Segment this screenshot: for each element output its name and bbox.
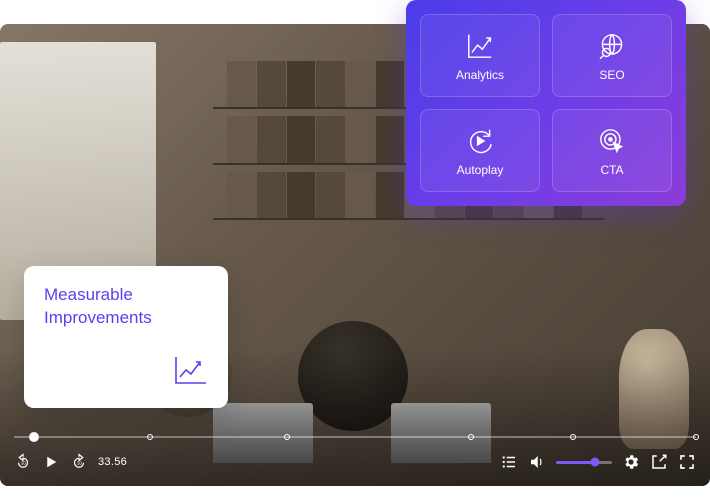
chapters-button[interactable] bbox=[500, 453, 518, 471]
volume-button[interactable] bbox=[528, 453, 546, 471]
settings-button[interactable] bbox=[622, 453, 640, 471]
svg-text:10: 10 bbox=[77, 460, 83, 465]
feature-seo[interactable]: SEO bbox=[552, 14, 672, 97]
play-button[interactable] bbox=[42, 453, 60, 471]
volume-slider[interactable] bbox=[556, 461, 612, 464]
feature-cta[interactable]: CTA bbox=[552, 109, 672, 192]
growth-chart-icon bbox=[174, 355, 208, 390]
player-controls: 10 10 33.56 bbox=[0, 438, 710, 486]
rewind-10-button[interactable]: 10 bbox=[14, 453, 32, 471]
analytics-icon bbox=[464, 30, 496, 62]
info-card-title: Measurable Improvements bbox=[44, 284, 208, 330]
share-button[interactable] bbox=[650, 453, 668, 471]
feature-grid: Analytics SEO Autoplay CTA bbox=[406, 0, 686, 206]
feature-label: CTA bbox=[600, 163, 623, 177]
measurable-improvements-card[interactable]: Measurable Improvements bbox=[24, 266, 228, 408]
feature-label: SEO bbox=[599, 68, 624, 82]
fullscreen-button[interactable] bbox=[678, 453, 696, 471]
feature-label: Analytics bbox=[456, 68, 504, 82]
svg-text:10: 10 bbox=[21, 460, 27, 465]
seo-icon bbox=[596, 30, 628, 62]
feature-analytics[interactable]: Analytics bbox=[420, 14, 540, 97]
cta-icon bbox=[596, 125, 628, 157]
feature-label: Autoplay bbox=[457, 163, 504, 177]
forward-10-button[interactable]: 10 bbox=[70, 453, 88, 471]
feature-autoplay[interactable]: Autoplay bbox=[420, 109, 540, 192]
time-display: 33.56 bbox=[98, 456, 127, 468]
autoplay-icon bbox=[464, 125, 496, 157]
